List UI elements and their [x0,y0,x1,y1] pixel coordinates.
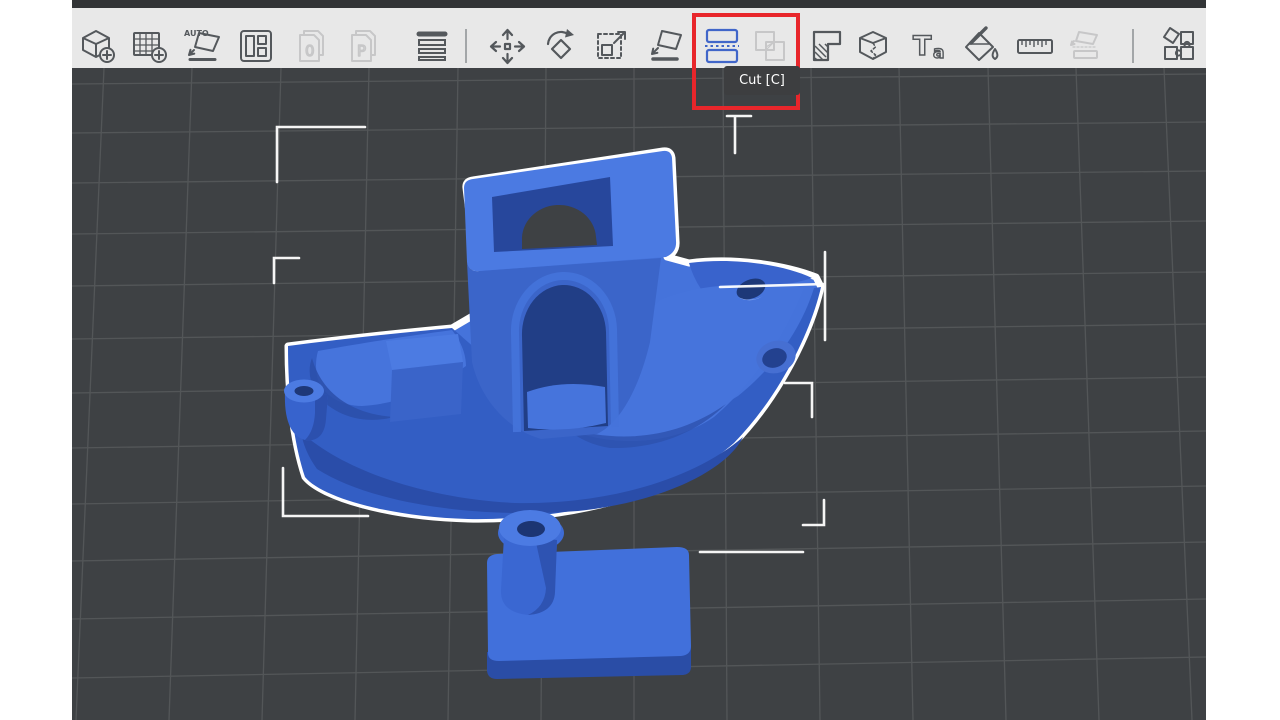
deck-box [386,334,463,422]
variable-layer-height-button[interactable] [410,24,454,68]
measure-button[interactable] [1013,24,1057,68]
ruler-icon [1018,40,1052,53]
cut-icon [705,30,739,62]
layers-icon [419,34,445,60]
screenshot-page: AUTO [0,0,1280,720]
color-painting-button[interactable] [958,24,1002,68]
support-paint-icon [814,32,840,60]
paint-support-button[interactable] [805,24,849,68]
move-button[interactable] [485,24,529,68]
scale-icon [598,32,625,58]
paint-bucket-icon [966,28,997,60]
copy-objects-button: 0 [290,24,334,68]
arrange-icon [241,31,271,61]
text-icon: T a [913,31,944,63]
svg-text:T: T [913,31,932,62]
puzzle-icon [1164,28,1193,59]
rotate-icon [548,29,574,58]
viewport-3d[interactable] [72,68,1206,720]
add-object-button[interactable] [75,24,119,68]
viewport-canvas [72,68,1206,720]
lay-on-face-button[interactable] [645,24,689,68]
scale-button[interactable] [590,24,634,68]
cracked-cube-icon [860,32,886,59]
mesh-boolean-button [748,24,792,68]
text-tool-button[interactable]: T a [908,24,952,68]
boolean-icon [756,32,784,60]
slicer-window: AUTO [72,0,1206,720]
move-icon [491,30,524,63]
toolbar-separator-1 [465,29,467,63]
cut-tooltip-text: Cut [C] [739,73,785,88]
paste-pages-icon: P [352,31,375,61]
rotate-button[interactable] [538,24,582,68]
cut-tooltip: Cut [C] [724,66,800,95]
main-toolbar: AUTO [72,8,1206,68]
cut-piece-model[interactable] [487,510,691,679]
toolbar-separator-2 [1132,29,1134,63]
paste-objects-button: P [342,24,386,68]
add-plate-button[interactable] [127,24,171,68]
lay-flat-icon [652,31,681,59]
assembly-view-button [1065,24,1109,68]
auto-orient-icon: AUTO [184,29,219,60]
add-cube-icon [83,31,114,62]
add-plate-icon [134,33,166,62]
auto-orient-button[interactable]: AUTO [182,24,226,68]
window-top-strip [72,0,1206,8]
svg-text:0: 0 [305,42,315,60]
assembly-icon [1071,32,1097,58]
svg-text:a: a [933,43,944,63]
seam-painting-button[interactable] [851,24,895,68]
arrange-button[interactable] [234,24,278,68]
copy-pages-icon: 0 [300,31,323,61]
cut-button[interactable] [700,24,744,68]
svg-text:P: P [357,42,366,60]
plugins-button[interactable] [1155,24,1199,68]
benchy-boat-model[interactable] [284,151,821,519]
